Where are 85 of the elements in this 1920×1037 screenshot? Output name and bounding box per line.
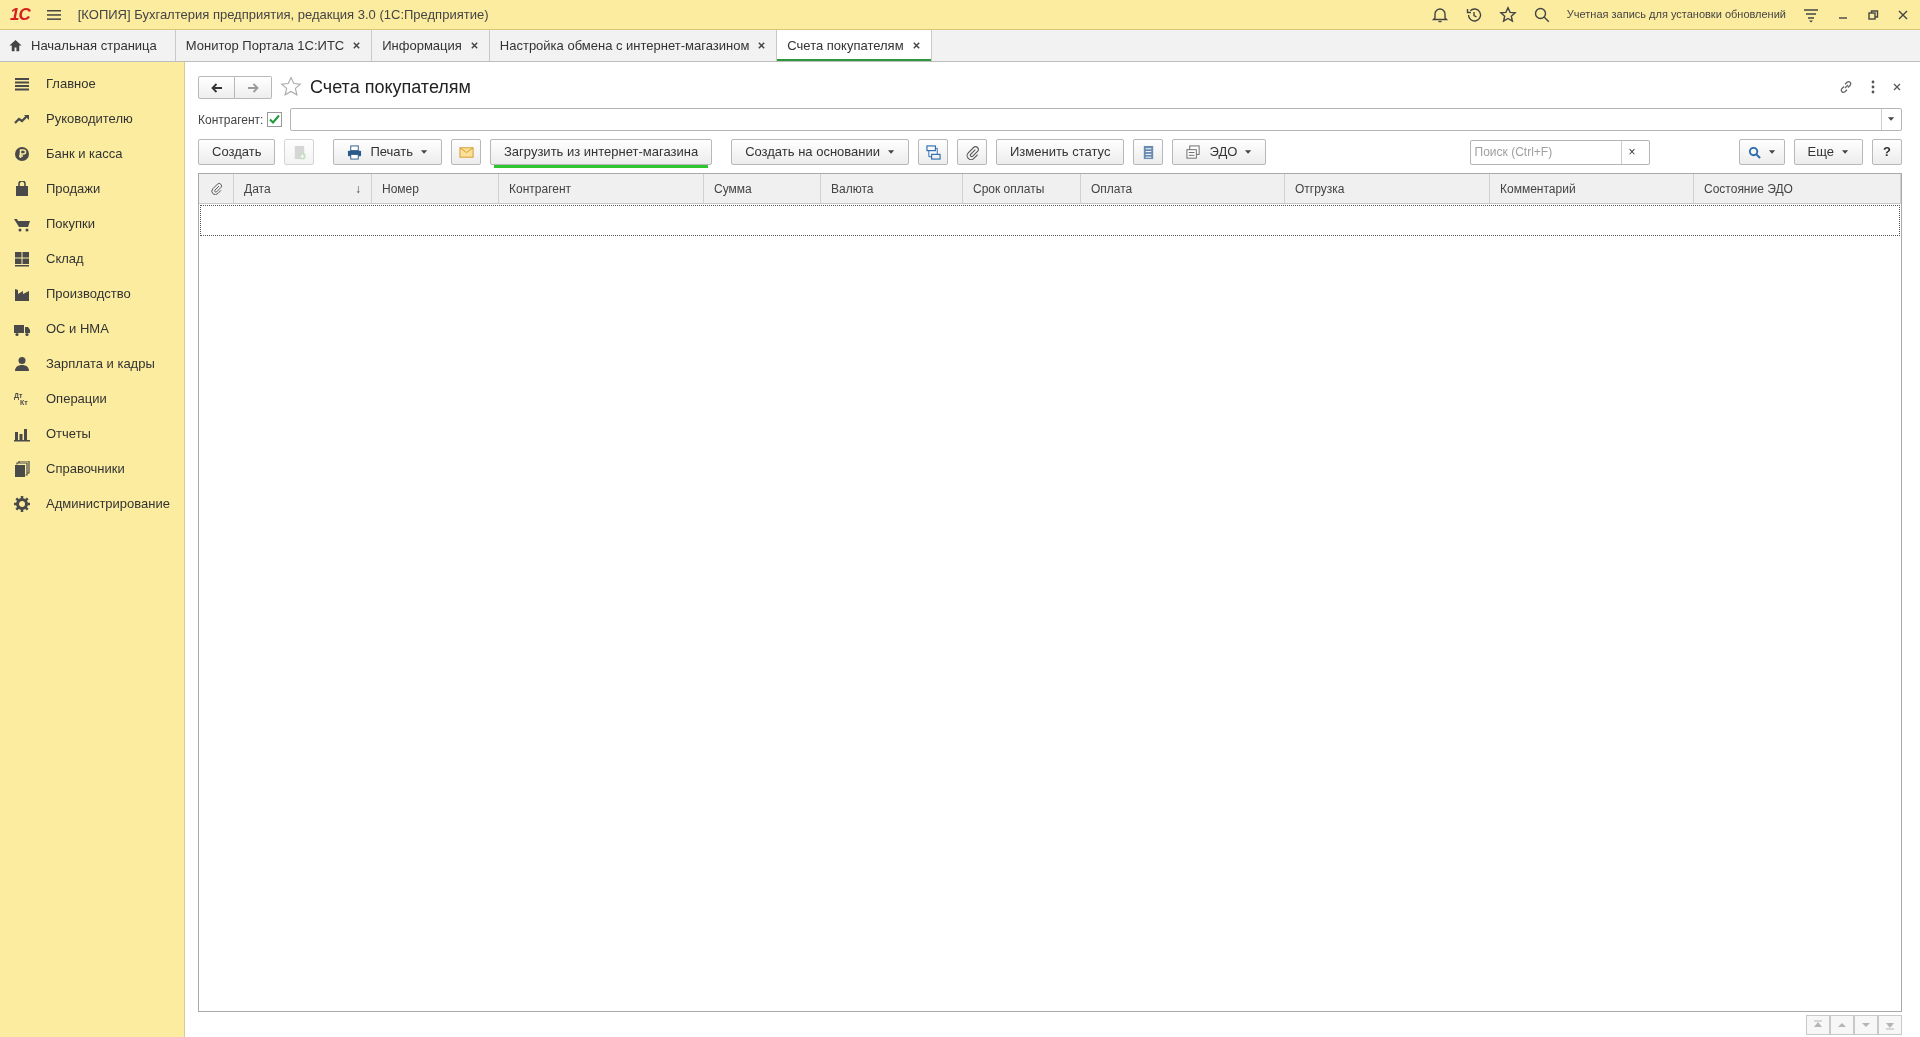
sidebar-item[interactable]: Отчеты [0,416,184,451]
menu-icon [14,75,30,92]
logo: 1С [10,3,30,26]
sidebar-item[interactable]: Руководителю [0,101,184,136]
clear-button[interactable]: × [1620,140,1643,164]
column-header: Комментарий [1490,174,1694,203]
account-name[interactable]: Учетная запись для установки обновлений [1566,6,1786,23]
tab[interactable]: Информация [372,30,490,61]
history-icon[interactable] [1464,5,1483,24]
toolbar-button[interactable]: ЭДО [1172,139,1267,165]
column-header: Валюта [821,174,963,203]
filter-label: Контрагент: [198,111,264,129]
list-button[interactable] [1133,139,1164,165]
person-icon [14,355,30,372]
counterparty-field[interactable] [290,108,1902,131]
coin-icon [14,145,30,162]
search-field[interactable]: Поиск (Ctrl+F) × [1469,139,1650,165]
restore-icon[interactable] [1866,7,1880,22]
column-header: Сумма [704,174,821,203]
toolbar-button[interactable]: Создать [198,139,276,165]
help-button[interactable]: ? [1872,139,1902,165]
form-title: Счета покупателям [310,75,472,99]
column-header: Оплата [1081,174,1285,203]
back-button[interactable] [198,75,235,99]
search-icon[interactable] [1532,5,1551,24]
close-icon[interactable] [1892,82,1902,92]
tab-label: Монитор Портала 1С:ИТС [185,36,345,55]
column-header: Контрагент [499,174,704,203]
tab-label: Счета покупателям [787,36,904,55]
checkbox[interactable] [267,112,283,127]
sidebar-item[interactable]: Администрирование [0,486,184,521]
empty-row[interactable] [200,205,1900,236]
printer-icon [347,144,363,160]
close-icon[interactable] [911,41,921,50]
close-icon[interactable] [352,41,362,50]
sidebar-item[interactable]: Справочники [0,451,184,486]
bag-icon [14,180,30,197]
star-icon[interactable] [280,76,302,98]
caret-icon [1842,149,1849,155]
toolbar-button[interactable]: Загрузить из интернет-магазина [490,139,713,165]
tab[interactable]: Монитор Портала 1С:ИТС [175,30,373,61]
caret-icon [1768,149,1776,155]
sidebar-item[interactable]: Склад [0,241,184,276]
close-icon[interactable] [469,41,479,50]
documents-icon [1186,144,1202,160]
sidebar-item[interactable]: Банк и касса [0,136,184,171]
sidebar-item[interactable]: Зарплата и кадры [0,346,184,381]
books-icon [14,460,30,477]
gear-icon [14,495,30,512]
structure-icon [925,144,941,160]
bell-icon[interactable] [1430,5,1449,24]
column-header: Срок оплаты [963,174,1081,203]
tab[interactable]: Счета покупателям [777,30,932,61]
grid-icon [14,250,30,267]
tab[interactable]: Начальная страница [0,30,176,61]
sidebar-item[interactable]: Производство [0,276,184,311]
paperclip-button[interactable] [957,139,987,165]
toolbar-button[interactable]: Печать [333,139,442,165]
structure-button[interactable] [918,139,948,165]
tab-label: Настройка обмена с интернет-магазином [499,36,750,55]
column-header: Дата ↓ [234,174,372,203]
sidebar-item[interactable]: Покупки [0,206,184,241]
search-icon [1747,145,1761,159]
more-button[interactable]: Еще [1793,139,1863,165]
tab-label: Информация [382,36,462,55]
dropdown-arrow-icon[interactable] [1888,117,1895,122]
link-icon[interactable] [1838,79,1854,95]
search-button[interactable] [1738,139,1785,165]
sidebar-item[interactable]: ОС и НМА [0,311,184,346]
paperclip-icon[interactable] [209,182,223,195]
toolbar-button[interactable]: Изменить статус [996,139,1125,165]
sidebar-item[interactable]: Главное [0,66,184,101]
home-icon [8,38,23,53]
close-icon[interactable] [757,41,767,50]
more-options-icon[interactable] [1870,79,1876,95]
column-header: Отгрузка [1285,174,1490,203]
sidebar-item[interactable]: Продажи [0,171,184,206]
envelope-icon [458,144,474,160]
column-header: Номер [372,174,499,203]
toolbar-button[interactable]: Создать на основании [731,139,909,165]
tab-label: Начальная страница [31,36,157,55]
paperclip-icon [964,144,980,160]
star-icon[interactable] [1498,5,1517,24]
column-header: Состояние ЭДО [1694,174,1901,203]
window-title: [КОПИЯ] Бухгалтерия предприятия, редакция 3.0 (1С:Предприятие) [77,5,490,24]
